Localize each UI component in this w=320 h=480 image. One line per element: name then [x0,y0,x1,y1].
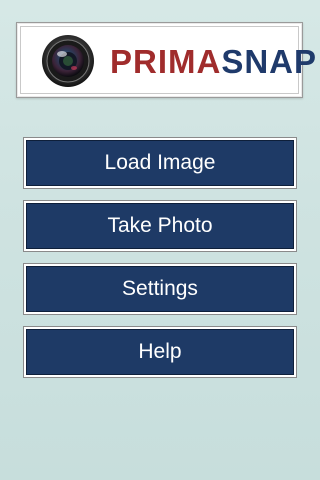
take-photo-button[interactable]: Take Photo [26,203,294,249]
load-image-button[interactable]: Load Image [26,140,294,186]
camera-lens-icon [42,35,94,87]
app-logo-banner: PRIMASNAP [16,22,316,98]
logo-word-prima: PRIMA [110,43,222,80]
logo-word-snap: SNAP [221,43,318,80]
app-logo-wordmark: PRIMASNAP [110,43,317,81]
help-button[interactable]: Help [26,329,294,375]
settings-button[interactable]: Settings [26,266,294,312]
